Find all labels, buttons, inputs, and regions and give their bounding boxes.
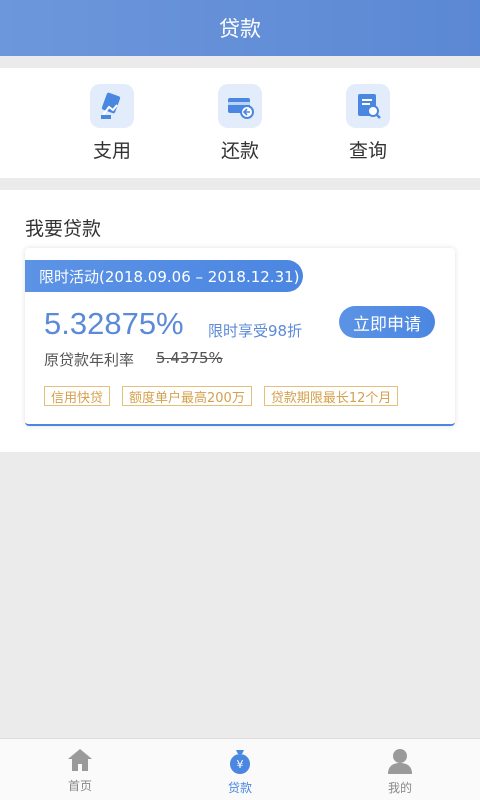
quick-action-label: 支用 xyxy=(92,139,131,162)
nav-label: 我的 xyxy=(387,781,412,795)
original-rate-value: 5.4375% xyxy=(156,349,223,367)
discount-text: 限时享受98折 xyxy=(208,322,303,340)
hand-card-icon xyxy=(90,83,134,128)
quick-action-repay[interactable]: 还款 xyxy=(190,83,290,163)
promo-text: 限时活动(2018.09.06 – 2018.12.31) xyxy=(39,267,300,286)
card-return-icon xyxy=(218,83,262,128)
interest-rate: 5.32875% xyxy=(44,306,184,341)
apply-button[interactable]: 立即申请 xyxy=(339,306,435,338)
app-header: 贷款 xyxy=(0,0,480,56)
page-title: 贷款 xyxy=(219,17,261,41)
original-rate-label: 原贷款年利率 xyxy=(44,351,135,369)
user-icon xyxy=(388,749,412,774)
money-bag-icon: ¥ xyxy=(230,750,250,774)
section-title: 我要贷款 xyxy=(25,218,102,240)
feature-tag: 额度单户最高200万 xyxy=(122,386,252,406)
quick-action-label: 查询 xyxy=(348,139,387,162)
quick-action-label: 还款 xyxy=(220,139,259,162)
home-icon xyxy=(68,749,92,771)
promo-badge: 限时活动(2018.09.06 – 2018.12.31) xyxy=(25,260,303,292)
document-search-icon xyxy=(346,83,390,128)
feature-tag: 贷款期限最长12个月 xyxy=(263,386,399,406)
svg-text:¥: ¥ xyxy=(237,758,244,771)
nav-loan[interactable]: ¥ 贷款 xyxy=(160,739,320,800)
loan-section: 我要贷款 限时活动(2018.09.06 – 2018.12.31) 5.328… xyxy=(0,190,480,452)
nav-home[interactable]: 首页 xyxy=(0,739,160,800)
quick-action-query[interactable]: 查询 xyxy=(318,83,418,163)
quick-action-withdraw[interactable]: 支用 xyxy=(62,83,162,163)
nav-label: 贷款 xyxy=(227,781,252,795)
nav-mine[interactable]: 我的 xyxy=(320,739,480,800)
quick-actions: 支用 还款 查询 xyxy=(0,68,480,178)
nav-label: 首页 xyxy=(67,779,92,793)
feature-tag: 信用快贷 xyxy=(44,386,111,406)
bottom-nav: 首页 ¥ 贷款 我的 xyxy=(0,738,480,800)
feature-tags: 信用快贷 额度单户最高200万 贷款期限最长12个月 xyxy=(44,386,399,406)
loan-product-card[interactable]: 限时活动(2018.09.06 – 2018.12.31) 5.32875% 限… xyxy=(25,248,455,426)
